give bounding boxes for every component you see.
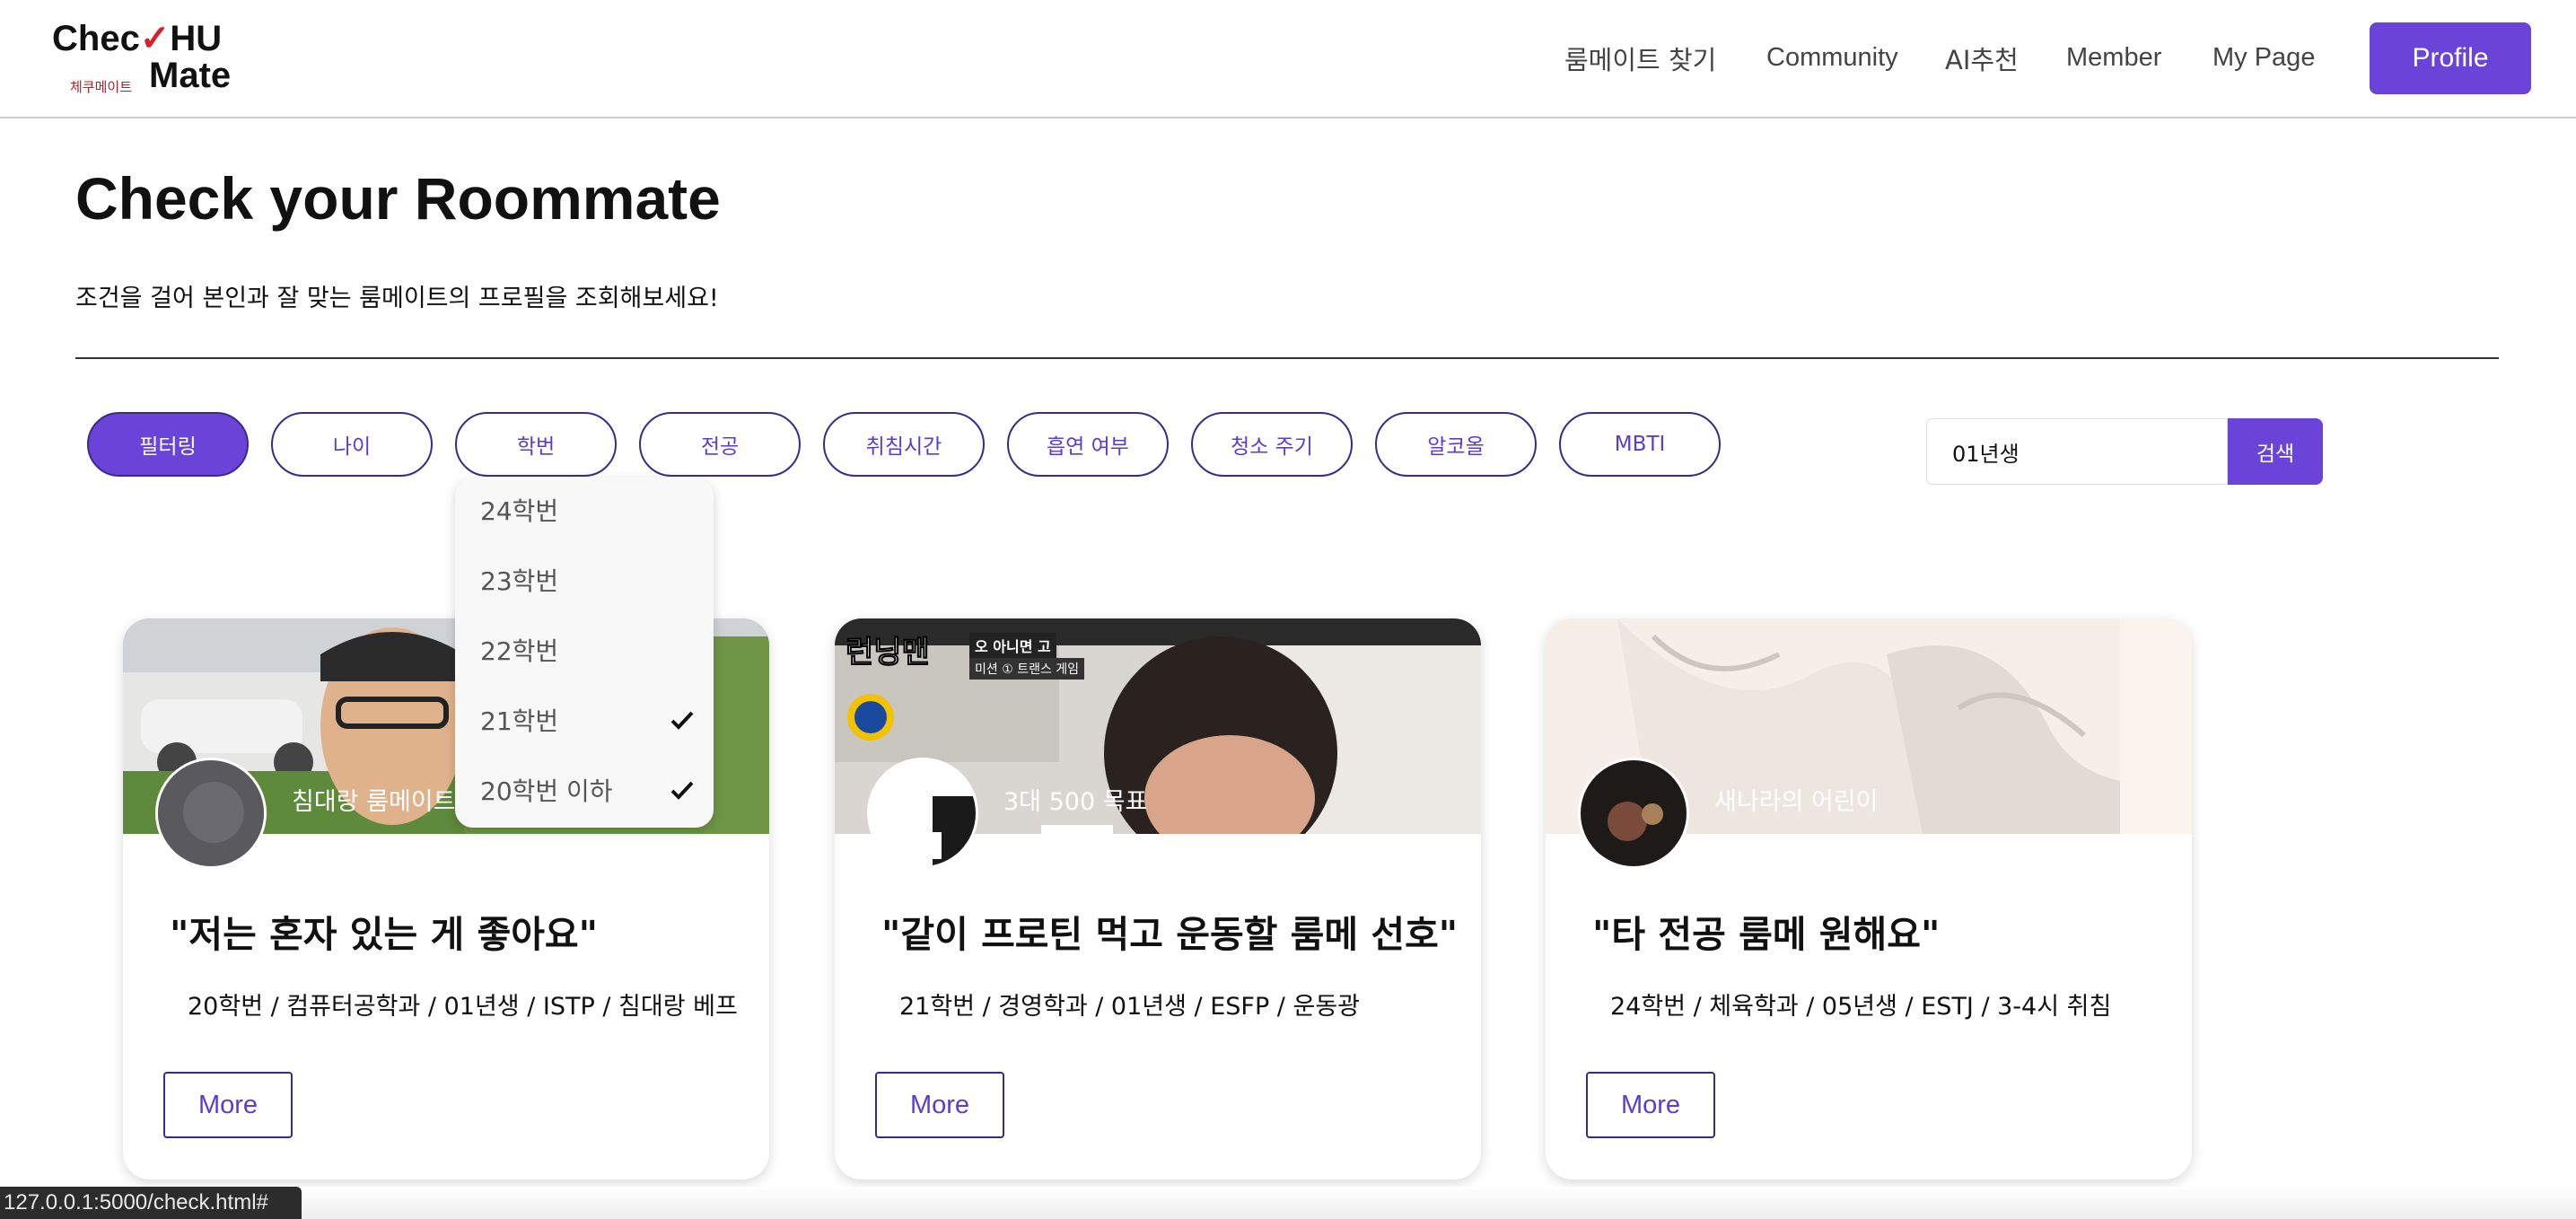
search-input[interactable] [1926, 418, 2228, 485]
filter-chip-mbti[interactable]: MBTI [1559, 412, 1721, 477]
nav-member[interactable]: Member [2066, 43, 2161, 79]
top-header: Chec✓HU Mate 체쿠메이트 룸메이트 찾기 Community AI추… [0, 0, 2576, 118]
image-caption-runningman: 런닝맨 [846, 635, 931, 671]
logo[interactable]: Chec✓HU Mate 체쿠메이트 [52, 18, 267, 103]
section-divider [75, 357, 2499, 359]
page-description: 조건을 걸어 본인과 잘 맞는 룸메이트의 프로필을 조회해보세요! [75, 285, 719, 312]
more-button[interactable]: More [1586, 1072, 1715, 1138]
filter-chip-filtering[interactable]: 필터링 [87, 412, 249, 477]
logo-check-mark: ✓ [139, 19, 171, 58]
filter-chip-student-year[interactable]: 학번 [455, 412, 617, 477]
check-icon [670, 711, 694, 730]
status-bar-url: 127.0.0.1:5000/check.html# [0, 1187, 302, 1219]
more-button[interactable]: More [163, 1072, 293, 1138]
filter-chip-smoking[interactable]: 흡연 여부 [1007, 412, 1169, 477]
logo-subtitle: 체쿠메이트 [70, 79, 133, 95]
card-info: 24학번 / 체육학과 / 05년생 / ESTJ / 3-4시 취침 [1610, 993, 2112, 1021]
image-caption-game: 미션 ① 트랜스 게임 [969, 658, 1085, 680]
dropdown-option[interactable]: 21학번 [480, 693, 696, 747]
dropdown-option[interactable]: 20학번 이하 [480, 763, 696, 817]
image-caption-mission: 오 아니면 고 [969, 633, 1056, 658]
filter-chip-bedtime[interactable]: 취침시간 [823, 412, 985, 477]
nav-my-page[interactable]: My Page [2212, 43, 2315, 79]
bottom-shade [0, 1187, 2576, 1219]
nav-find-roommate[interactable]: 룸메이트 찾기 [1564, 39, 1716, 75]
avatar [1578, 758, 1689, 869]
card-nickname: 새나라의 어린이 [1714, 788, 1879, 816]
dropdown-option[interactable]: 22학번 [480, 623, 696, 677]
nav-ai-recommend[interactable]: AI추천 [1945, 39, 2019, 75]
search-button[interactable]: 검색 [2228, 418, 2323, 485]
roommate-card: 새나라의 어린이 "타 전공 룸메 원해요" 24학번 / 체육학과 / 05년… [1546, 618, 2192, 1180]
nav-community[interactable]: Community [1766, 43, 1898, 79]
roommate-card: 런닝맨 오 아니면 고 미션 ① 트랜스 게임 3대 500 목표 "같이 프로… [835, 618, 1481, 1180]
card-info: 21학번 / 경영학과 / 01년생 / ESFP / 운동광 [899, 993, 1361, 1021]
profile-button[interactable]: Profile [2370, 22, 2531, 94]
dropdown-option[interactable]: 23학번 [480, 553, 696, 607]
logo-line2: Mate [149, 56, 232, 95]
avatar [867, 758, 978, 869]
dropdown-option[interactable]: 24학번 [480, 483, 696, 537]
student-year-dropdown: 24학번 23학번 22학번 21학번 20학번 이하 [455, 478, 714, 828]
filter-chip-alcohol[interactable]: 알코올 [1375, 412, 1537, 477]
filter-chip-cleaning[interactable]: 청소 주기 [1191, 412, 1353, 477]
card-quote: "저는 혼자 있는 게 좋아요" [170, 913, 599, 956]
card-quote: "타 전공 룸메 원해요" [1592, 913, 1941, 956]
card-nickname: 3대 500 목표 [1003, 788, 1148, 816]
card-info: 20학번 / 컴퓨터공학과 / 01년생 / ISTP / 침대랑 베프 [188, 993, 738, 1021]
filter-chip-major[interactable]: 전공 [639, 412, 801, 477]
filter-chip-age[interactable]: 나이 [271, 412, 433, 477]
logo-line1: Chec✓HU [52, 19, 223, 58]
card-quote: "같이 프로틴 먹고 운동할 룸메 선호" [881, 913, 1459, 956]
more-button[interactable]: More [875, 1072, 1004, 1138]
check-icon [670, 781, 694, 800]
page-title: Check your Roommate [75, 165, 721, 232]
card-nickname: 침대랑 룸메이트 [292, 788, 456, 816]
avatar [155, 758, 267, 869]
